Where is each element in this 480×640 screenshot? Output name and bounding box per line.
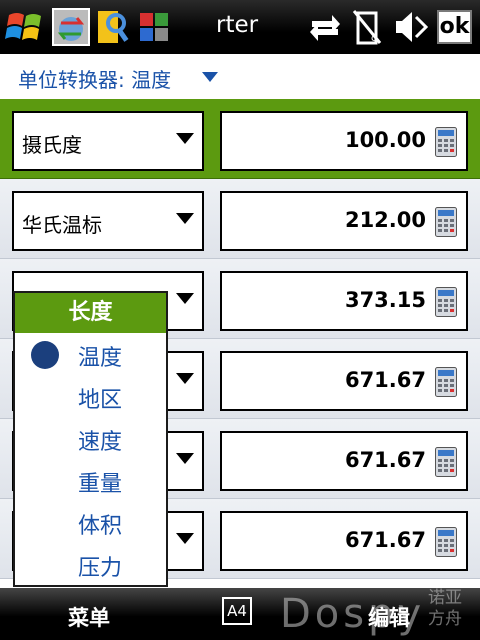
svg-text:c: c xyxy=(371,33,377,44)
dropdown-item-label: 压力 xyxy=(78,556,123,581)
value-input[interactable]: 671.67 xyxy=(220,431,468,491)
dropdown-item-length[interactable]: 长度 xyxy=(15,293,166,333)
connectivity-icon[interactable] xyxy=(308,7,342,47)
value-text: 373.15 xyxy=(344,288,426,312)
category-dropdown-list[interactable]: 长度 温度地区速度重量体积压力 xyxy=(13,291,168,587)
unit-row: 摄氏度 100.00 xyxy=(0,99,480,179)
dropdown-item[interactable]: 温度 xyxy=(15,333,166,375)
value-input[interactable]: 100.00 xyxy=(220,111,468,171)
app-title: rter xyxy=(216,12,259,38)
calculator-icon[interactable] xyxy=(435,127,457,157)
task-tiles-icon[interactable] xyxy=(138,7,170,47)
dropdown-item-label: 温度 xyxy=(78,346,123,371)
dropdown-item[interactable]: 压力 xyxy=(15,543,166,585)
value-input[interactable]: 671.67 xyxy=(220,351,468,411)
search-tool-icon[interactable] xyxy=(94,7,132,47)
value-input[interactable]: 212.00 xyxy=(220,191,468,251)
windows-start-icon[interactable] xyxy=(5,7,45,47)
status-bar: rter c ok xyxy=(0,0,480,54)
value-text: 212.00 xyxy=(344,208,426,232)
dropdown-item[interactable]: 体积 xyxy=(15,501,166,543)
edit-softkey[interactable]: 编辑 xyxy=(368,602,410,632)
dropdown-item-label: 地区 xyxy=(78,388,123,413)
calculator-icon[interactable] xyxy=(435,287,457,317)
keyboard-icon[interactable]: A4 xyxy=(222,597,252,625)
chevron-down-icon[interactable] xyxy=(176,293,194,304)
chevron-down-icon[interactable] xyxy=(176,453,194,464)
signal-icon[interactable]: c xyxy=(350,7,384,47)
converter-category-selector[interactable]: 单位转换器: 温度 xyxy=(0,54,480,99)
value-text: 100.00 xyxy=(344,128,426,152)
calculator-icon[interactable] xyxy=(435,367,457,397)
selected-bullet-icon xyxy=(31,341,59,369)
value-text: 671.67 xyxy=(344,448,426,472)
calculator-icon[interactable] xyxy=(435,527,457,557)
chevron-down-icon[interactable] xyxy=(202,72,218,82)
value-input[interactable]: 671.67 xyxy=(220,511,468,571)
watermark-cn: 诺亚方舟 xyxy=(428,588,462,629)
dropdown-item[interactable]: 速度 xyxy=(15,417,166,459)
dropdown-item[interactable]: 重量 xyxy=(15,459,166,501)
value-input[interactable]: 373.15 xyxy=(220,271,468,331)
unit-row: 华氏温标 212.00 xyxy=(0,179,480,259)
unit-select[interactable]: 摄氏度 xyxy=(12,111,204,171)
value-text: 671.67 xyxy=(344,368,426,392)
chevron-down-icon[interactable] xyxy=(176,373,194,384)
unit-select-label: 摄氏度 xyxy=(22,133,82,157)
page-title: 单位转换器: 温度 xyxy=(18,68,172,92)
converter-app-icon[interactable] xyxy=(51,7,91,47)
dropdown-item-label: 体积 xyxy=(78,514,123,539)
unit-select-label: 华氏温标 xyxy=(22,213,102,237)
menu-softkey[interactable]: 菜单 xyxy=(68,602,110,632)
chevron-down-icon[interactable] xyxy=(176,213,194,224)
softkey-bar: 菜单 A4 Dospy 诺亚方舟 编辑 xyxy=(0,588,480,640)
chevron-down-icon[interactable] xyxy=(176,133,194,144)
calculator-icon[interactable] xyxy=(435,207,457,237)
unit-select[interactable]: 华氏温标 xyxy=(12,191,204,251)
dropdown-item[interactable]: 地区 xyxy=(15,375,166,417)
chevron-down-icon[interactable] xyxy=(176,533,194,544)
ok-button[interactable]: ok xyxy=(437,10,472,44)
value-text: 671.67 xyxy=(344,528,426,552)
volume-muted-icon[interactable] xyxy=(392,7,428,47)
dropdown-item-label: 重量 xyxy=(78,472,123,497)
dropdown-item-label: 速度 xyxy=(78,430,123,455)
calculator-icon[interactable] xyxy=(435,447,457,477)
